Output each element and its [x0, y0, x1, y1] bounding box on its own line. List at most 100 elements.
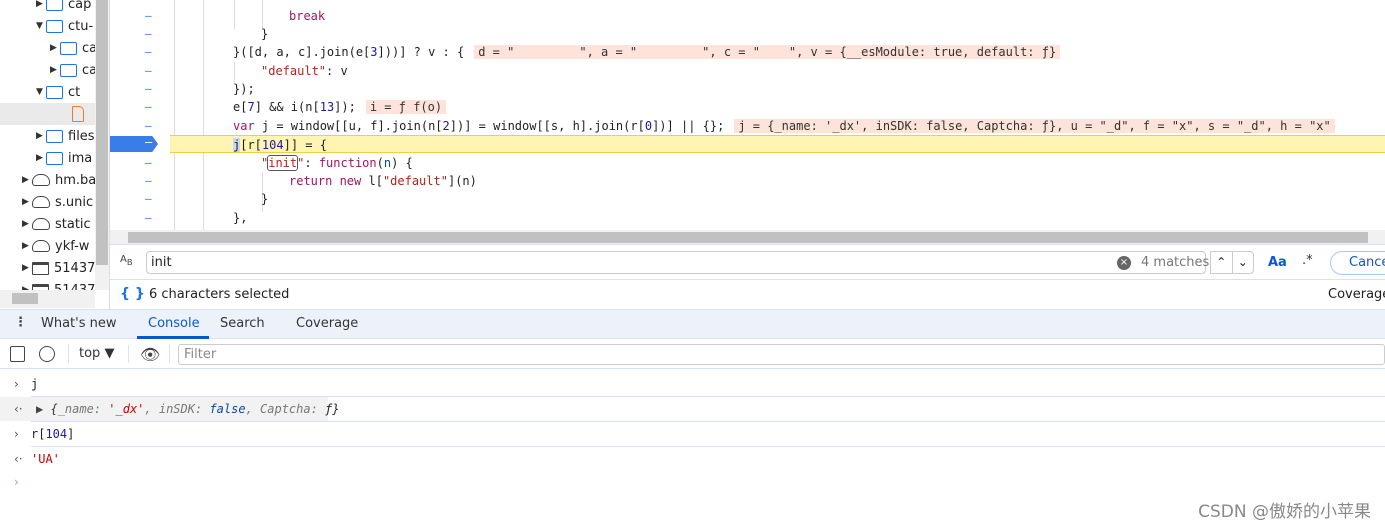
collapsed-arrow-icon[interactable]: ▶ — [22, 263, 32, 273]
code-line: – "init": function(n) { — [145, 155, 413, 171]
folder-icon — [46, 129, 63, 143]
navigator-item[interactable]: ▶ files — [36, 125, 95, 147]
match-case-replace-icon[interactable]: AB — [120, 254, 133, 267]
filter-input[interactable]: Filter — [178, 344, 1385, 365]
navigator-item[interactable]: ▶ s.unic — [22, 191, 93, 213]
navigator-item-label: ykf-w — [55, 238, 90, 254]
collapsed-arrow-icon[interactable]: ▶ — [22, 219, 32, 229]
current-execution-line: j[r[104]] = { — [170, 135, 1385, 153]
cloud-icon — [32, 174, 50, 186]
code-line: –}, — [145, 211, 248, 225]
code-line: –} — [145, 27, 269, 41]
folder-icon — [60, 63, 77, 77]
navigator-scroll-thumb[interactable] — [96, 0, 108, 265]
clear-console-icon[interactable] — [39, 346, 55, 362]
navigator-horizontal-scrollbar[interactable] — [0, 290, 95, 308]
cloud-icon — [32, 196, 50, 208]
console-input-line: › j — [0, 372, 1385, 396]
collapsed-arrow-icon[interactable]: ▶ — [36, 153, 46, 163]
breakpoint-marker[interactable]: – — [110, 136, 158, 152]
folder-icon — [46, 85, 63, 99]
navigator-item[interactable]: ▶ ca — [50, 59, 97, 81]
collapsed-arrow-icon[interactable]: ▶ — [50, 43, 60, 53]
collapsed-arrow-icon[interactable]: ▶ — [22, 241, 32, 251]
code-line: – e[7] && i(n[13]); i = ƒ f(o) — [110, 98, 1385, 116]
status-bar: { } 6 characters selected Coverage — [110, 281, 1385, 309]
pretty-print-icon[interactable]: { } — [120, 286, 145, 302]
navigator-item[interactable] — [0, 103, 95, 125]
file-icon — [72, 106, 84, 122]
navigator-item-label: s.unic — [55, 194, 94, 210]
drawer-tabs: ⋮ What's new Console Search Coverage — [0, 309, 1385, 339]
console-toolbar: top ▼ 👁 Filter — [0, 340, 1385, 369]
selection-status: 6 characters selected — [149, 287, 290, 302]
code-line: –}); — [145, 82, 255, 96]
editor-horizontal-scrollbar[interactable] — [110, 230, 1385, 245]
cloud-icon — [32, 218, 50, 230]
cancel-button[interactable]: Cancel — [1330, 251, 1385, 275]
navigator-item-label: static — [55, 216, 91, 232]
folder-icon — [46, 151, 63, 165]
console-result-line[interactable]: ‹· ▶ {_name: '_dx', inSDK: false, Captcha… — [0, 397, 340, 421]
navigator-item-label: 51437 — [54, 260, 96, 276]
clear-search-icon[interactable]: × — [1117, 256, 1131, 270]
code-line: –}([d, a, c].join(e[3]))] ? v : {d = " "… — [110, 43, 1385, 61]
context-label: top — [79, 346, 101, 361]
navigator-item[interactable]: ▶ ykf-w — [22, 235, 89, 257]
navigator-item[interactable]: ▶ cap — [36, 0, 91, 15]
inline-value: j = {_name: '_dx', inSDK: false, Captcha… — [734, 119, 1335, 133]
navigator-item[interactable]: ▼ ct — [36, 81, 80, 103]
coverage-status[interactable]: Coverage — [1328, 287, 1385, 302]
tab-console[interactable]: Console — [148, 316, 200, 331]
search-bar: AB init × 4 matches ⌃⌄ Aa .* Cancel — [110, 246, 1385, 280]
more-tabs-icon[interactable]: ⋮ — [14, 315, 27, 330]
frame-icon — [32, 261, 49, 275]
code-editor[interactable]: – break –} –}([d, a, c].join(e[3]))] ? v … — [110, 0, 1385, 230]
code-line: – return new l["default"](n) — [145, 174, 477, 188]
tab-coverage[interactable]: Coverage — [296, 316, 358, 331]
watermark: CSDN @傲娇的小苹果 — [1198, 502, 1371, 522]
sidebar-toggle-icon[interactable] — [10, 346, 25, 362]
collapsed-arrow-icon[interactable]: ▶ — [22, 197, 32, 207]
navigator-item-label: hm.ba — [55, 172, 97, 188]
next-match-button[interactable]: ⌄ — [1231, 252, 1254, 273]
navigator-item[interactable]: ▶ ima — [36, 147, 92, 169]
live-expression-eye-icon[interactable]: 👁 — [140, 345, 160, 364]
expanded-arrow-icon[interactable]: ▼ — [36, 21, 46, 31]
context-selector[interactable]: top ▼ — [79, 346, 114, 361]
navigator-item[interactable]: ▶ 51437 — [22, 257, 95, 279]
active-tab-indicator — [137, 336, 209, 339]
folder-icon — [46, 19, 63, 33]
previous-match-button[interactable]: ⌃ — [1211, 252, 1232, 273]
navigator-item-label: ctu- — [68, 18, 94, 34]
navigator-item-label: ct — [68, 84, 81, 100]
collapsed-arrow-icon[interactable]: ▶ — [22, 175, 32, 185]
navigator-item-label: ima — [68, 150, 93, 166]
navigator-item[interactable]: ▶ static — [22, 213, 91, 235]
file-navigator: ▶ cap ▼ ctu- ▶ ca ▶ ca ▼ ct ▶ files ▶ ima ▶ hm.ba ▶ s.uni… — [0, 0, 110, 309]
navigator-item[interactable]: ▼ ctu- — [36, 15, 93, 37]
collapsed-arrow-icon[interactable]: ▶ — [36, 131, 46, 141]
console-result-line: ‹· 'UA' — [14, 452, 60, 466]
tab-whats-new[interactable]: What's new — [41, 316, 117, 331]
inline-value: i = ƒ f(o) — [365, 100, 447, 114]
navigator-item-label: files — [68, 128, 95, 144]
console-prompt[interactable]: › — [0, 470, 1385, 494]
collapsed-arrow-icon[interactable]: ▶ — [36, 0, 46, 9]
inline-value: d = " ", a = " ", c = " ", v = {__esModu… — [474, 45, 1061, 59]
navigator-item[interactable]: ▶ ca — [50, 37, 97, 59]
expanded-arrow-icon[interactable]: ▼ — [36, 87, 46, 97]
tab-search[interactable]: Search — [220, 316, 265, 331]
code-line: – var j = window[[u, f].join(n[2])] = win… — [110, 117, 1385, 135]
regex-button[interactable]: .* — [1302, 253, 1313, 268]
folder-icon — [46, 0, 63, 11]
search-input[interactable]: init — [146, 251, 1206, 274]
console-input-line: › r[104] — [14, 427, 75, 441]
navigator-item-label: cap — [68, 0, 92, 12]
match-case-button[interactable]: Aa — [1268, 255, 1287, 270]
navigator-item[interactable]: ▶ hm.ba — [22, 169, 96, 191]
match-count: 4 matches — [1141, 255, 1210, 270]
collapsed-arrow-icon[interactable]: ▶ — [50, 65, 60, 75]
code-line: – break — [145, 9, 326, 23]
code-line: –} — [145, 192, 269, 206]
